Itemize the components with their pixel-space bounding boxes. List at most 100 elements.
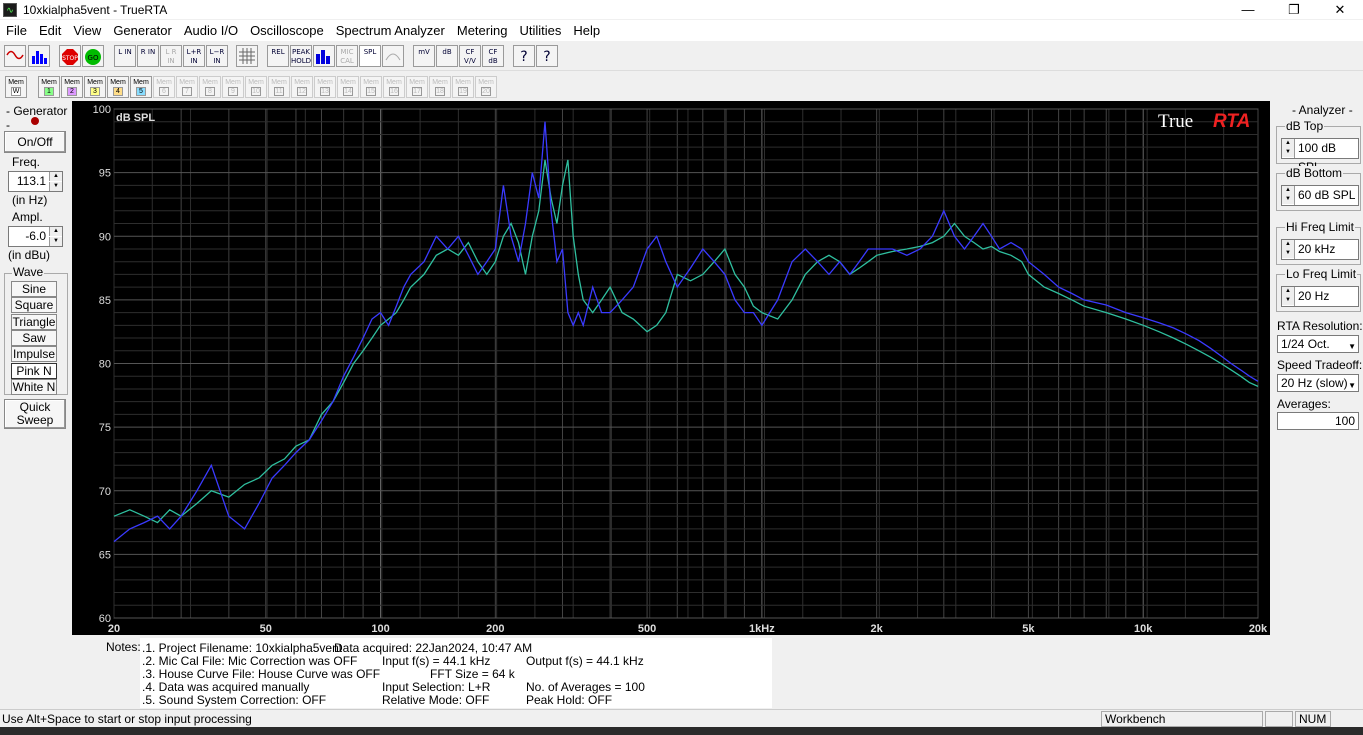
relative-button[interactable]: REL	[267, 45, 289, 67]
crest-vv-button[interactable]: CF V/V	[459, 45, 481, 67]
hi-freq-down-icon[interactable]: ▼	[1282, 249, 1294, 258]
wave-pink-n-button[interactable]: Pink N	[11, 362, 57, 379]
menu-edit[interactable]: Edit	[33, 20, 67, 41]
generator-sine-icon[interactable]	[4, 45, 26, 67]
memory-7-button[interactable]: Mem 7	[176, 76, 198, 98]
memory-3-button[interactable]: Mem 3	[84, 76, 106, 98]
crest-db-button[interactable]: CF dB	[482, 45, 504, 67]
ampl-up-icon[interactable]: ▲	[49, 227, 62, 236]
memory-15-button[interactable]: Mem 15	[360, 76, 382, 98]
memory-5-button[interactable]: Mem 5	[130, 76, 152, 98]
quick-sweep-button[interactable]: Quick Sweep	[4, 399, 66, 429]
stop-icon[interactable]: STOP	[59, 45, 81, 67]
spectrum-plot[interactable]: 606570758085909510020 50 100 200 500 1kHz 2k 5k…	[72, 101, 1270, 635]
wave-sine-button[interactable]: Sine	[11, 281, 57, 297]
dropdown-arrow-icon[interactable]: ▼	[1348, 378, 1356, 394]
db-top-down-icon[interactable]: ▼	[1282, 148, 1294, 157]
menu-spectrum-analyzer[interactable]: Spectrum Analyzer	[330, 20, 451, 41]
left-input-button[interactable]: L IN	[114, 45, 136, 67]
memory-11-button[interactable]: Mem 11	[268, 76, 290, 98]
mic-cal-button[interactable]: MIC CAL	[336, 45, 358, 67]
ampl-spinner[interactable]: -6.0 ▲ ▼	[8, 226, 63, 247]
freq-spinner[interactable]: 113.1 ▲ ▼	[8, 171, 63, 192]
db-bottom-up-icon[interactable]: ▲	[1282, 186, 1294, 195]
db-bottom-value[interactable]: 60 dB SPL	[1298, 186, 1355, 205]
bar-display-icon[interactable]	[313, 45, 335, 67]
note-line-1-left: .1. Project Filename: 10xkialpha5vent	[142, 641, 343, 655]
menu-generator[interactable]: Generator	[107, 20, 178, 41]
memory-14-button[interactable]: Mem 14	[337, 76, 359, 98]
wave-impulse-button[interactable]: Impulse	[11, 346, 57, 363]
db-button[interactable]: dB	[436, 45, 458, 67]
hi-freq-value[interactable]: 20 kHz	[1298, 240, 1335, 259]
lminusr-input-button[interactable]: L−R IN	[206, 45, 228, 67]
context-help-icon[interactable]: ?	[536, 45, 558, 67]
ampl-value[interactable]: -6.0	[9, 227, 49, 246]
generator-onoff-button[interactable]: On/Off	[4, 131, 66, 153]
close-button[interactable]: ✕	[1317, 0, 1363, 19]
spectrum-chart[interactable]: 60 65 70 75 80 85 90 95 100 20 50 100 200 500 1kHz 2k 5k…	[72, 101, 1270, 635]
lr-input-button[interactable]: L R IN	[160, 45, 182, 67]
right-input-button[interactable]: R IN	[137, 45, 159, 67]
memory-12-button[interactable]: Mem 12	[291, 76, 313, 98]
lo-freq-down-icon[interactable]: ▼	[1282, 296, 1294, 305]
wave-white-n-button[interactable]: White N	[11, 378, 57, 395]
memory-9-button[interactable]: Mem 9	[222, 76, 244, 98]
memory-13-button[interactable]: Mem 13	[314, 76, 336, 98]
spectrum-icon[interactable]	[28, 45, 50, 67]
weighting-icon[interactable]	[382, 45, 404, 67]
hi-freq-spinner[interactable]: ▲ ▼ 20 kHz	[1281, 239, 1359, 260]
menu-utilities[interactable]: Utilities	[513, 20, 567, 41]
memory-20-button[interactable]: Mem 20	[475, 76, 497, 98]
lo-freq-up-icon[interactable]: ▲	[1282, 287, 1294, 296]
memory-16-button[interactable]: Mem 16	[383, 76, 405, 98]
memory-1-button[interactable]: Mem 1	[38, 76, 60, 98]
memory-6-button[interactable]: Mem 6	[153, 76, 175, 98]
lplusr-input-button[interactable]: L+R IN	[183, 45, 205, 67]
wave-saw-button[interactable]: Saw	[11, 329, 57, 346]
freq-value[interactable]: 113.1	[9, 172, 49, 191]
wave-square-button[interactable]: Square	[11, 297, 57, 314]
rta-resolution-select[interactable]: 1/24 Oct. ▼	[1277, 335, 1359, 353]
db-top-spinner[interactable]: ▲▼100 dB SPL	[1281, 138, 1359, 174]
menu-audio-i-o[interactable]: Audio I/O	[178, 20, 244, 41]
memory-4-button[interactable]: Mem 4	[107, 76, 129, 98]
memory-17-button[interactable]: Mem 17	[406, 76, 428, 98]
memory-19-button[interactable]: Mem 19	[452, 76, 474, 98]
menu-file[interactable]: File	[0, 20, 33, 41]
menu-help[interactable]: Help	[567, 20, 606, 41]
averages-input[interactable]: 100	[1277, 412, 1359, 430]
memory-18-button[interactable]: Mem 18	[429, 76, 451, 98]
grid-icon[interactable]	[236, 45, 258, 67]
memory-10-button[interactable]: Mem 10	[245, 76, 267, 98]
freq-up-icon[interactable]: ▲	[49, 172, 62, 181]
wave-triangle-button[interactable]: Triangle	[11, 313, 57, 330]
menu-view[interactable]: View	[67, 20, 107, 41]
lo-freq-value[interactable]: 20 Hz	[1298, 287, 1329, 306]
db-bottom-spinner[interactable]: ▲ ▼ 60 dB SPL	[1281, 185, 1359, 206]
speed-tradeoff-select[interactable]: 20 Hz (slow) ▼	[1277, 374, 1359, 392]
freq-down-icon[interactable]: ▼	[49, 182, 62, 191]
help-icon[interactable]: ?	[513, 45, 535, 67]
dropdown-arrow-icon[interactable]: ▼	[1348, 339, 1356, 355]
hi-freq-up-icon[interactable]: ▲	[1282, 240, 1294, 249]
millivolt-button[interactable]: mV	[413, 45, 435, 67]
lo-freq-spinner[interactable]: ▲ ▼ 20 Hz	[1281, 286, 1359, 307]
ampl-down-icon[interactable]: ▼	[49, 237, 62, 246]
peak-hold-button[interactable]: PEAK HOLD	[290, 45, 312, 67]
memory-prefix: Mem	[455, 79, 471, 86]
notes-box[interactable]: .1. Project Filename: 10xkialpha5vent Dat…	[140, 638, 772, 708]
minimize-button[interactable]: —	[1225, 0, 1271, 19]
memory-w-button[interactable]: Mem W	[5, 76, 27, 98]
memory-8-button[interactable]: Mem 8	[199, 76, 221, 98]
maximize-button[interactable]: ❐	[1271, 0, 1317, 19]
y-tick-label: 85	[99, 295, 111, 307]
go-icon[interactable]: GO	[82, 45, 104, 67]
menu-oscilloscope[interactable]: Oscilloscope	[244, 20, 330, 41]
db-bottom-down-icon[interactable]: ▼	[1282, 195, 1294, 204]
memory-2-button[interactable]: Mem 2	[61, 76, 83, 98]
note-line-2-right: Output f(s) = 44.1 kHz	[526, 654, 644, 668]
spl-button[interactable]: SPL	[359, 45, 381, 67]
db-top-up-icon[interactable]: ▲	[1282, 139, 1294, 148]
menu-metering[interactable]: Metering	[451, 20, 514, 41]
